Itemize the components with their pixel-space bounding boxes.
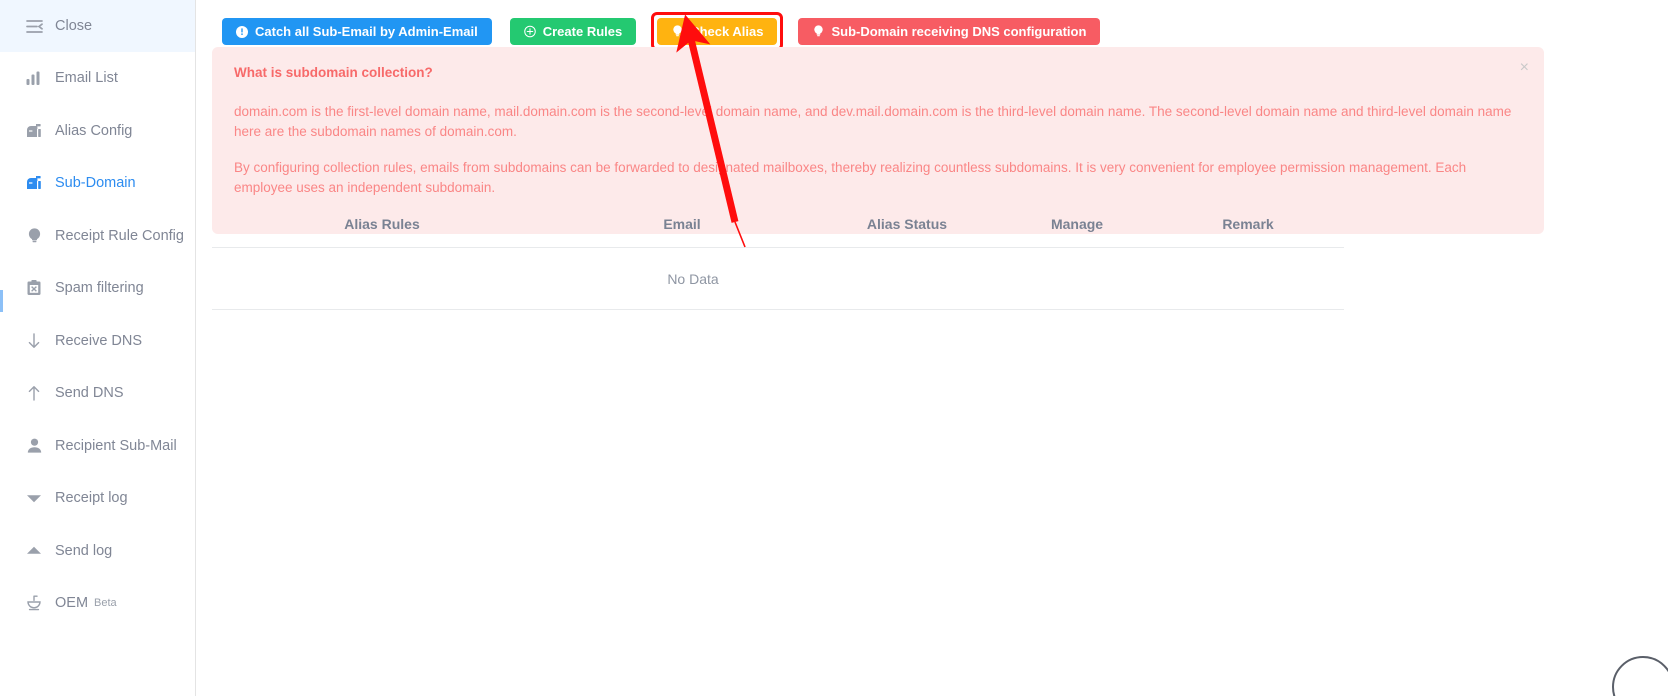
lightbulb-icon [671,25,683,38]
mailbox-icon [25,122,43,140]
sidebar-item-alias-config[interactable]: Alias Config [0,105,195,158]
sub-domain-dns-config-button[interactable]: Sub-Domain receiving DNS configuration [798,18,1101,45]
arrow-up-icon [25,384,43,402]
sidebar-item-label: Spam filtering [55,280,144,296]
column-header-email: Email [663,215,701,232]
column-header-alias-rules: Alias Rules [344,215,420,232]
sidebar-item-badge: Beta [94,597,117,610]
sidebar-item-spam-filtering[interactable]: Spam filtering [0,262,195,315]
sidebar-item-label: Recipient Sub-Mail [55,437,177,454]
check-alias-button[interactable]: Check Alias [657,18,778,45]
sidebar-item-send-log[interactable]: Send log [0,525,195,578]
button-label: Sub-Domain receiving DNS configuration [831,24,1087,39]
sidebar-item-receipt-log[interactable]: Receipt log [0,472,195,525]
triangle-down-icon [25,489,43,507]
sidebar-item-label: Alias Config [55,122,133,139]
button-label: Check Alias [690,24,764,39]
action-toolbar: Catch all Sub-Email by Admin-Email Creat… [222,12,1118,51]
no-data-label: No Data [667,270,719,287]
table-header-row: Alias Rules Email Alias Status Manage Re… [212,200,1344,248]
sidebar-item-label: Sub-Domain [55,175,136,191]
sidebar-item-sub-domain[interactable]: Sub-Domain [0,157,195,210]
user-icon [25,437,43,455]
plus-circle-icon [523,25,536,38]
collapse-menu-icon [25,17,43,35]
sidebar-item-label: Close [55,17,93,34]
sidebar-item-close[interactable]: Close [0,0,195,52]
sidebar-item-label: Send DNS [55,385,124,401]
table-empty-state: No Data [212,248,1344,310]
trophy-icon [25,594,43,612]
column-header-remark: Remark [1222,215,1274,232]
button-label: Create Rules [542,24,623,39]
alert-title: What is subdomain collection? [234,65,433,80]
lightbulb-icon [25,227,43,245]
create-rules-button-wrap: Create Rules [509,18,637,45]
sidebar-item-label: Receive DNS [55,332,143,349]
sidebar-item-email-list[interactable]: Email List [0,52,195,105]
arrow-down-icon [25,332,43,350]
sidebar-item-receipt-rule-config[interactable]: Receipt Rule Config [0,210,195,263]
sidebar-item-label: OEM [55,595,89,611]
catch-all-sub-email-button[interactable]: Catch all Sub-Email by Admin-Email [222,18,492,45]
sidebar-item-label: Send log [55,542,113,559]
bar-chart-icon [25,69,43,87]
sidebar-item-oem[interactable]: OEM Beta [0,577,195,630]
catch-all-button-wrap: Catch all Sub-Email by Admin-Email [222,18,492,45]
sidebar: Close Email List Alias Config Sub-Domain… [0,0,196,696]
alert-paragraph-1: domain.com is the first-level domain nam… [234,104,1512,139]
alias-rules-table: Alias Rules Email Alias Status Manage Re… [212,200,1344,310]
sidebar-item-send-dns[interactable]: Send DNS [0,367,195,420]
clipboard-x-icon [25,279,43,297]
sidebar-item-label: Email List [55,70,118,86]
column-header-manage: Manage [1050,215,1104,232]
sidebar-item-receive-dns[interactable]: Receive DNS [0,315,195,368]
sidebar-active-accent [0,290,3,312]
triangle-up-icon [25,542,43,560]
app-root: Close Email List Alias Config Sub-Domain… [0,0,1668,696]
lightbulb-icon [812,25,824,38]
check-alias-highlight-box: Check Alias [651,12,784,51]
mailbox-icon [25,174,43,192]
sidebar-item-label: Receipt log [55,490,128,506]
sidebar-item-recipient-sub-mail[interactable]: Recipient Sub-Mail [0,420,195,473]
close-icon[interactable]: × [1520,60,1529,76]
alert-paragraph-2: By configuring collection rules, emails … [234,160,1467,195]
sidebar-item-label: Receipt Rule Config [55,227,184,244]
info-circle-icon [236,25,248,38]
column-header-alias-status: Alias Status [866,215,948,232]
main-content: Catch all Sub-Email by Admin-Email Creat… [196,0,1668,696]
create-rules-button[interactable]: Create Rules [509,18,637,45]
button-label: Catch all Sub-Email by Admin-Email [255,24,478,39]
sub-domain-dns-button-wrap: Sub-Domain receiving DNS configuration [798,18,1101,45]
